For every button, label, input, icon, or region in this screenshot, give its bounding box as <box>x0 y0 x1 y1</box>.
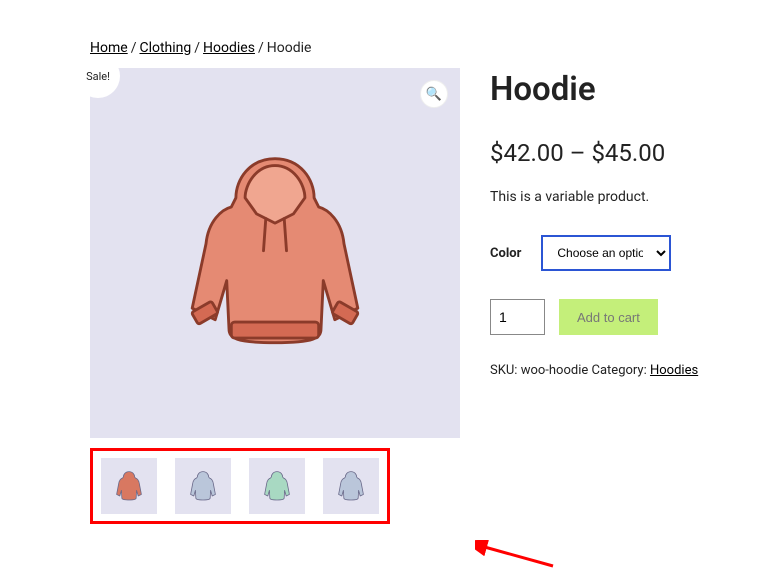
category-label: Category: <box>592 363 647 378</box>
color-select[interactable]: Choose an option <box>541 235 671 271</box>
breadcrumb: Home/Clothing/Hoodies/Hoodie <box>90 40 713 56</box>
quantity-input[interactable] <box>490 299 545 335</box>
breadcrumb-current: Hoodie <box>267 40 312 56</box>
category-link[interactable]: Hoodies <box>650 363 698 378</box>
main-product-image[interactable]: Sale! 🔍 <box>90 68 460 438</box>
hoodie-illustration <box>160 138 390 368</box>
product-price: $42.00 – $45.00 <box>490 139 713 167</box>
add-to-cart-button[interactable]: Add to cart <box>559 299 658 335</box>
thumbnail-gallery <box>90 448 390 524</box>
thumb-red[interactable] <box>101 458 157 514</box>
sale-badge: Sale! <box>76 54 120 98</box>
thumb-blue[interactable] <box>175 458 231 514</box>
breadcrumb-hoodies[interactable]: Hoodies <box>203 40 255 56</box>
thumb-green[interactable] <box>249 458 305 514</box>
color-label: Color <box>490 246 521 261</box>
sku-value: woo-hoodie <box>521 363 589 378</box>
product-description: This is a variable product. <box>490 189 713 205</box>
sku-label: SKU: <box>490 363 517 378</box>
annotation-arrow <box>475 540 555 570</box>
zoom-icon[interactable]: 🔍 <box>420 80 448 108</box>
product-title: Hoodie <box>490 70 713 109</box>
price-low: $42.00 <box>490 139 564 167</box>
price-separator: – <box>570 139 586 167</box>
price-high: $45.00 <box>591 139 665 167</box>
product-meta: SKU: woo-hoodie Category: Hoodies <box>490 363 713 378</box>
breadcrumb-clothing[interactable]: Clothing <box>139 40 191 56</box>
thumb-blue-logo[interactable] <box>323 458 379 514</box>
